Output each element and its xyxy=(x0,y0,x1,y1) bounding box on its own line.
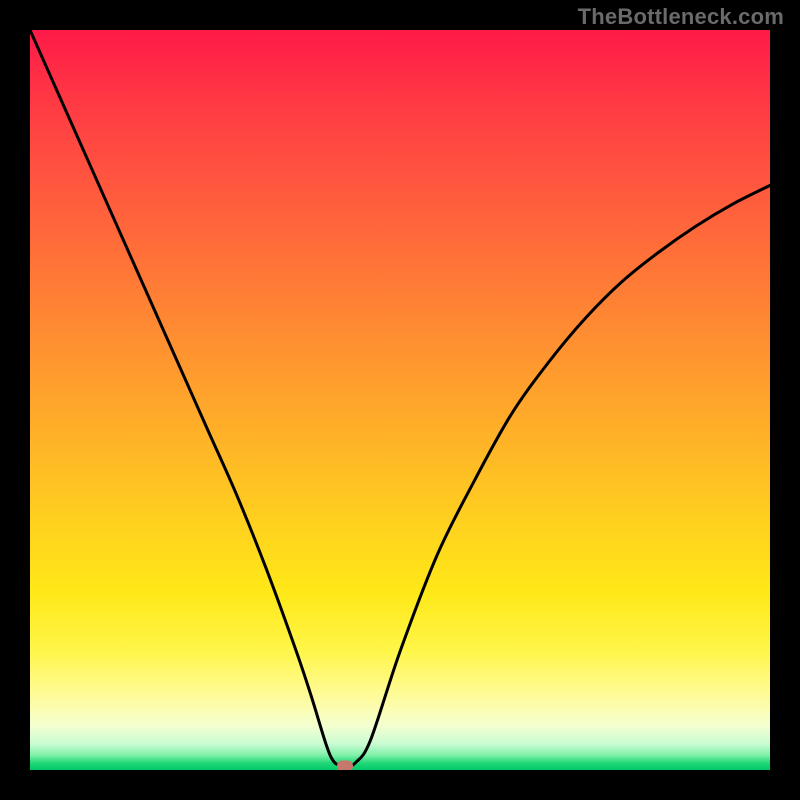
optimal-point-marker xyxy=(337,760,353,770)
bottleneck-curve xyxy=(30,30,770,770)
watermark-text: TheBottleneck.com xyxy=(578,4,784,30)
plot-area xyxy=(30,30,770,770)
chart-frame: TheBottleneck.com xyxy=(0,0,800,800)
